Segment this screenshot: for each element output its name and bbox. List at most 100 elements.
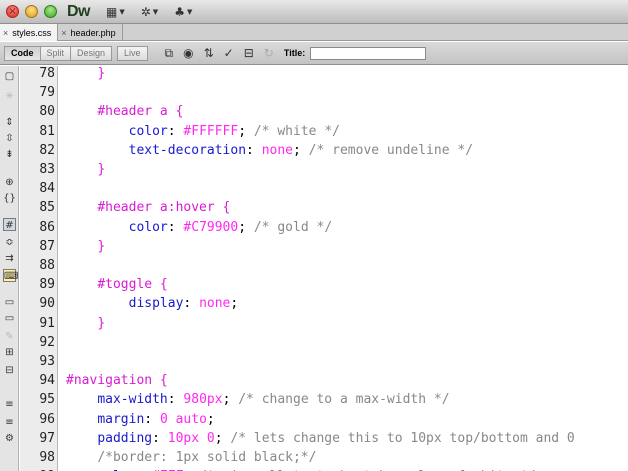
- code-line[interactable]: margin: 0 auto;: [66, 411, 215, 427]
- line-number: 87: [39, 238, 55, 254]
- line-number: 91: [39, 315, 55, 331]
- code-line[interactable]: /*border: 1px solid black;*/: [66, 450, 316, 465]
- layout-menu-button[interactable]: ▦ ▼: [106, 5, 125, 19]
- document-toolbar: Code Split Design Live ⧉ ◉ ⇅ ✓ ⊟ ↻ Title…: [0, 42, 628, 65]
- line-numbers-icon[interactable]: #: [3, 218, 16, 231]
- line-number-gutter: 78 79 80 81 82 83 84 85 86 87 88 89 90 91 92 93 94 95 96 97…: [20, 66, 58, 471]
- remove-comment-icon[interactable]: ▭: [3, 312, 16, 325]
- code-token: ;: [206, 411, 215, 427]
- split-view-button[interactable]: Split: [39, 45, 72, 61]
- minimize-window-button[interactable]: [25, 5, 38, 18]
- multiscreen-icon[interactable]: ⧉: [165, 46, 174, 61]
- collapse-selection-icon[interactable]: ⇳: [3, 132, 16, 145]
- apply-comment-icon[interactable]: ▭: [3, 296, 16, 309]
- line-number: 95: [39, 392, 55, 408]
- collapse-full-tag-icon[interactable]: ⇕: [3, 116, 16, 129]
- code-view-button[interactable]: Code: [4, 45, 41, 61]
- document-title-input[interactable]: [310, 46, 427, 60]
- code-line[interactable]: }: [66, 239, 105, 254]
- code-token: #toggle {: [97, 277, 168, 293]
- live-view-button[interactable]: Live: [117, 45, 148, 61]
- code-line[interactable]: display: none;: [66, 296, 239, 312]
- gear-icon: ✲: [140, 4, 151, 19]
- close-tab-icon[interactable]: ×: [61, 28, 66, 38]
- line-number: 88: [39, 258, 55, 273]
- code-token: /* white */: [253, 123, 340, 139]
- tab-styles-css[interactable]: × styles.css: [0, 24, 59, 41]
- line-number: 84: [39, 181, 55, 197]
- line-number: 92: [39, 334, 55, 350]
- code-line[interactable]: }: [66, 66, 105, 81]
- code-token: none: [261, 142, 293, 158]
- open-documents-icon[interactable]: ▢: [3, 70, 16, 83]
- code-token: #C79900: [183, 219, 239, 235]
- visual-aids-icon[interactable]: ⊟: [244, 46, 254, 60]
- preview-browser-icon[interactable]: ◉: [183, 46, 193, 60]
- code-line[interactable]: #header a {: [66, 104, 183, 119]
- code-token: :: [246, 142, 262, 158]
- line-number: 81: [39, 123, 55, 139]
- code-line[interactable]: }: [66, 316, 105, 331]
- close-window-button[interactable]: ×: [6, 5, 19, 18]
- extend-menu-button[interactable]: ✲ ▼: [141, 5, 158, 19]
- code-line[interactable]: color: #C79900; /* gold */: [66, 219, 333, 235]
- code-token: }: [97, 162, 106, 177]
- code-editor[interactable]: } #header a { color: #FFFFFF; /* white *…: [66, 66, 628, 471]
- code-line[interactable]: }: [66, 162, 105, 177]
- line-number: 98: [39, 450, 55, 465]
- code-token: :: [183, 296, 200, 312]
- chevron-down-icon: ▼: [186, 7, 193, 16]
- code-line[interactable]: padding: 10px 0; /* lets change this to …: [66, 430, 574, 446]
- w3c-validation-icon[interactable]: ✓: [224, 46, 234, 60]
- code-token: #header a:hover {: [97, 200, 231, 216]
- show-code-navigator-icon[interactable]: ✳: [3, 90, 16, 103]
- format-source-icon[interactable]: ⚙: [3, 432, 16, 445]
- design-view-button[interactable]: Design: [70, 45, 113, 61]
- highlight-invalid-code-icon[interactable]: ≎: [3, 236, 16, 249]
- tab-label: styles.css: [12, 27, 52, 38]
- code-token: none: [199, 296, 231, 312]
- coding-toolbar: ▢ ✳ ⇕ ⇳ ⇟ ⊕ {} # ≎ ⇉ ⌨ ▭ ▭ ✎ ⊞ ⊟ ≡ ≡ ⚙: [0, 66, 19, 471]
- code-token: padding: [97, 430, 153, 446]
- close-icon: ×: [8, 6, 17, 17]
- recent-snippets-icon[interactable]: ⊞: [3, 346, 16, 359]
- outdent-code-icon[interactable]: ≡: [3, 416, 16, 429]
- code-token: margin: [97, 411, 145, 427]
- code-token: /*border: 1px solid black;*/: [97, 450, 317, 465]
- code-token: #navigation {: [66, 373, 168, 389]
- code-line[interactable]: #toggle {: [66, 277, 168, 293]
- site-menu-button[interactable]: ♣ ▼: [174, 5, 192, 19]
- zoom-window-button[interactable]: [44, 5, 57, 18]
- code-line[interactable]: color: #FFFFFF; /* white */: [66, 124, 340, 139]
- close-tab-icon[interactable]: ×: [3, 28, 8, 38]
- indent-code-icon[interactable]: ≡: [3, 398, 16, 411]
- move-css-icon[interactable]: ⊟: [3, 364, 16, 377]
- code-line[interactable]: #header a:hover {: [66, 200, 230, 215]
- code-token: text-decoration: [128, 142, 247, 158]
- code-token: color: [128, 219, 168, 235]
- code-line[interactable]: #navigation {: [66, 373, 168, 388]
- tab-header-php[interactable]: × header.php: [58, 24, 123, 41]
- syntax-coloring-icon[interactable]: ⌨: [3, 269, 18, 282]
- code-token: 980px: [183, 392, 223, 408]
- line-number: 89: [39, 277, 55, 293]
- select-parent-tag-icon[interactable]: ⊕: [3, 176, 16, 189]
- wrap-tag-icon[interactable]: ✎: [3, 330, 16, 343]
- expand-all-icon[interactable]: ⇟: [3, 148, 16, 161]
- word-wrap-icon[interactable]: ⇉: [3, 252, 16, 265]
- code-line[interactable]: max-width: 980px; /* change to a max-wid…: [66, 392, 449, 408]
- title-bar: × Dw ▦ ▼ ✲ ▼ ♣ ▼: [0, 0, 628, 24]
- code-line[interactable]: text-decoration: none; /* remove undelin…: [66, 143, 473, 158]
- balance-braces-icon[interactable]: {}: [3, 192, 16, 205]
- refresh-icon[interactable]: ↻: [264, 46, 274, 60]
- line-number: 97: [39, 430, 55, 446]
- file-management-icon[interactable]: ⇅: [204, 46, 214, 60]
